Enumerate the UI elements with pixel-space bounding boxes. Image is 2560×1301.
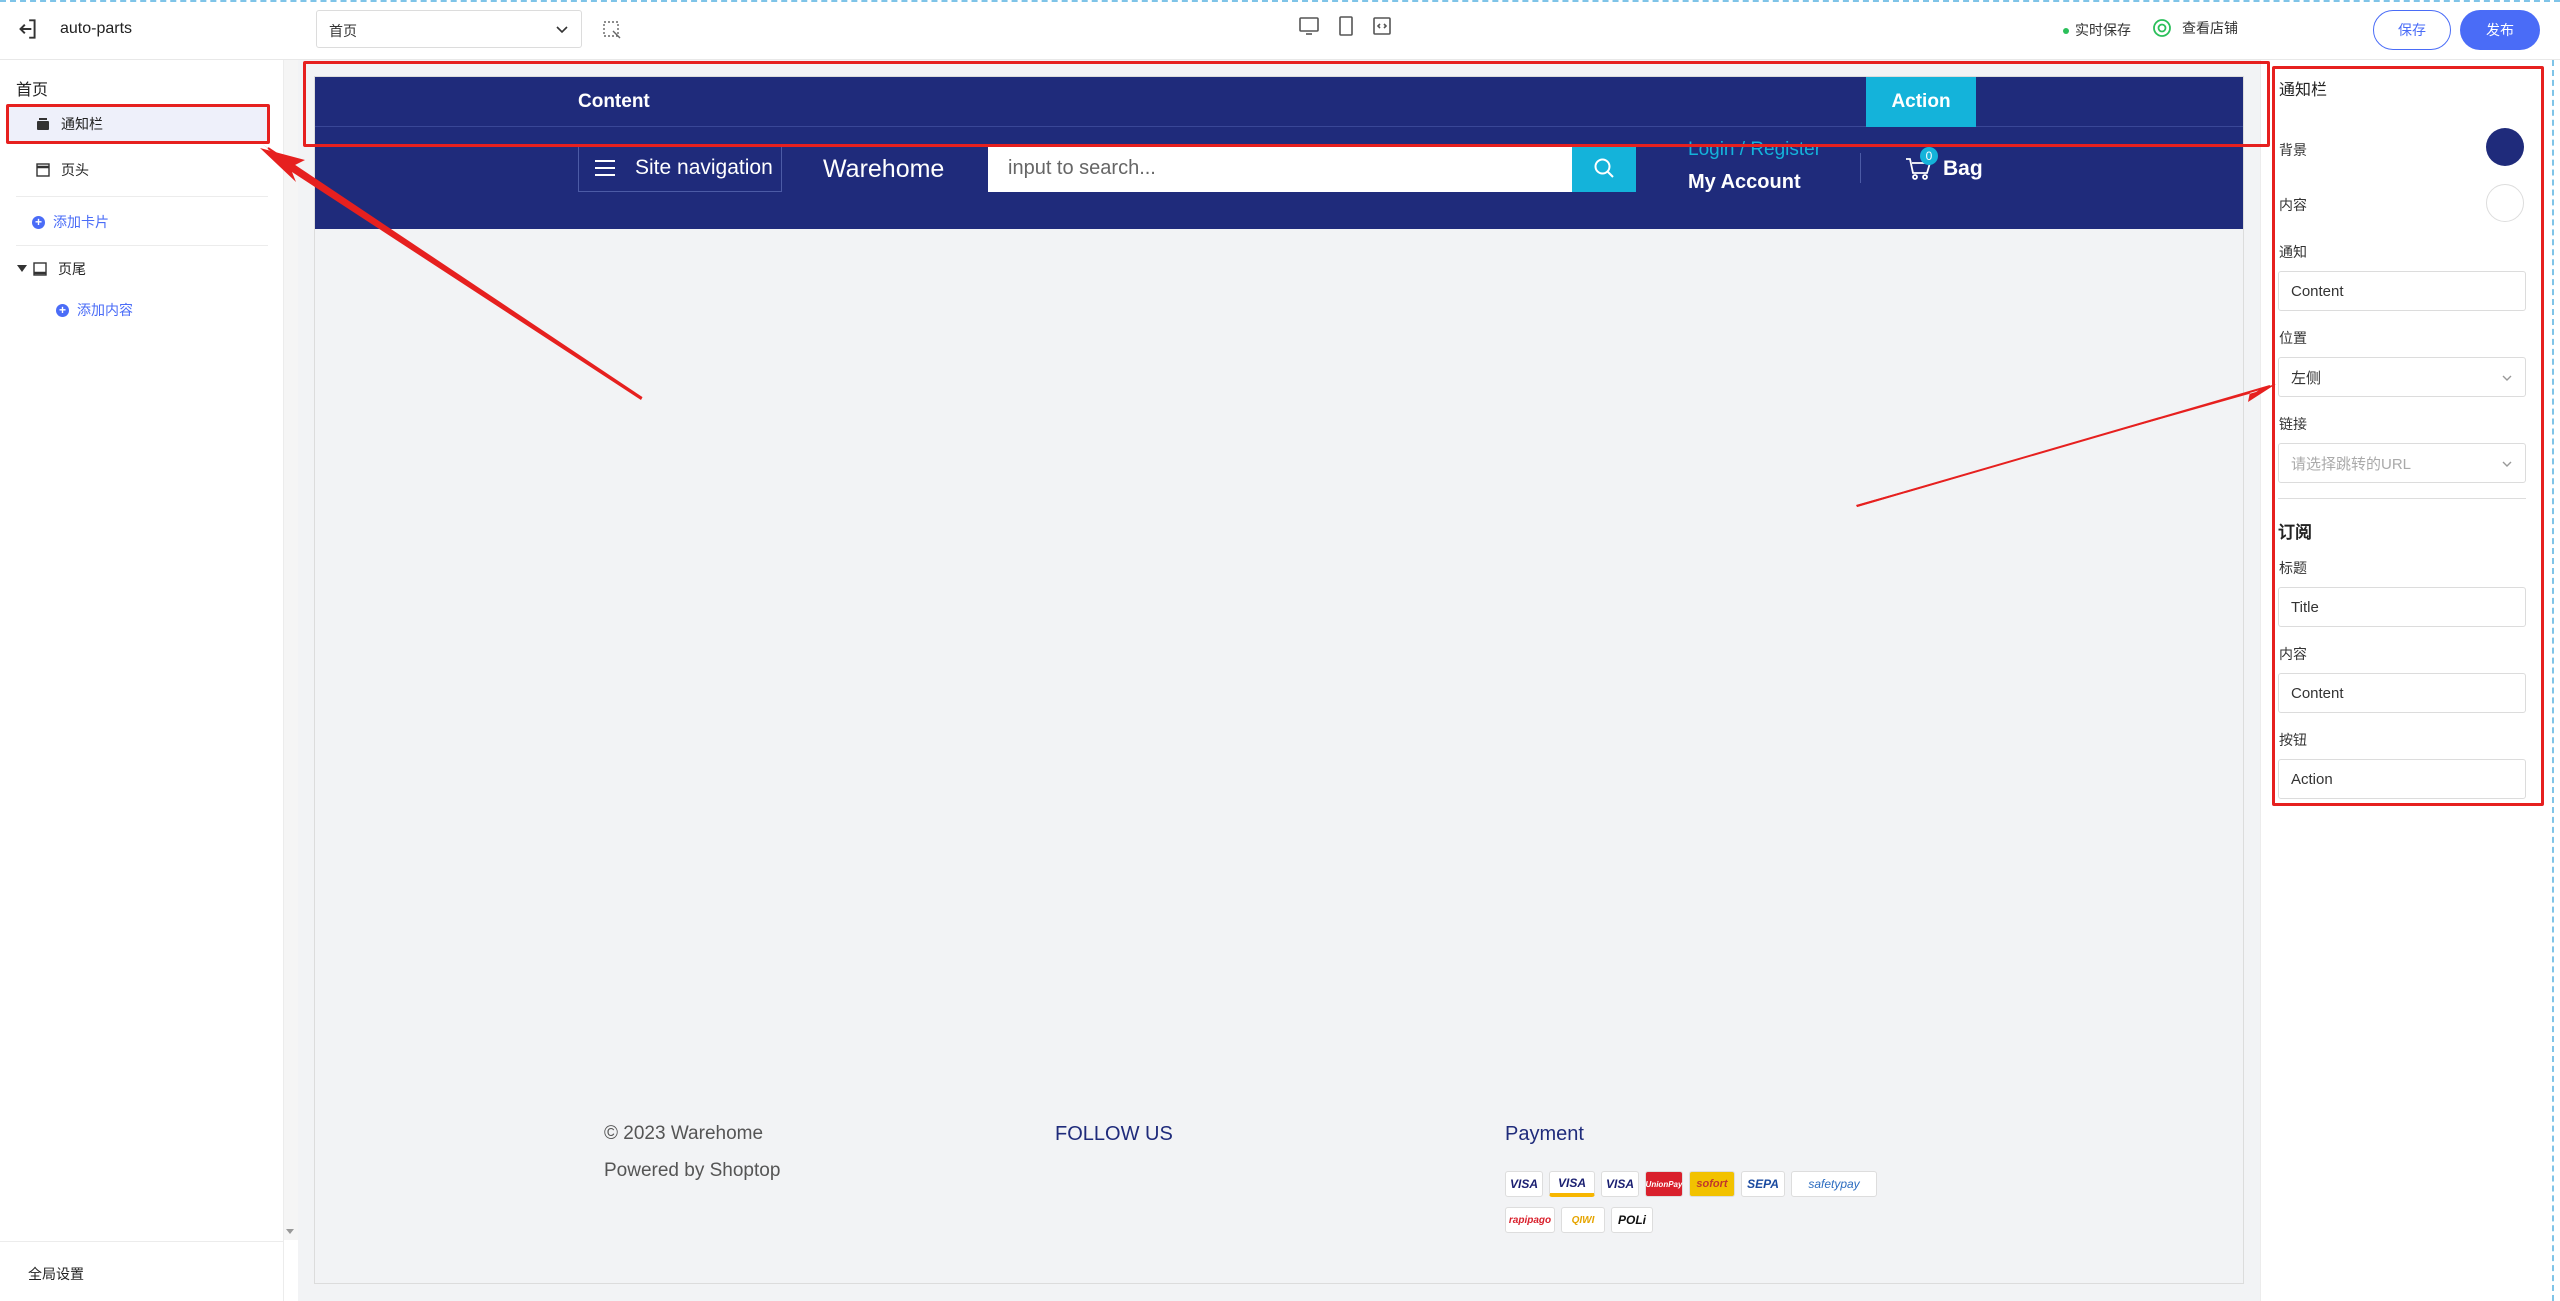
scroll-down-icon[interactable] bbox=[286, 1229, 294, 1234]
footer-payment-heading: Payment bbox=[1505, 1123, 1584, 1145]
add-content-label: 添加内容 bbox=[77, 302, 133, 318]
payment-badge: VISA bbox=[1505, 1171, 1543, 1197]
footer-powered-by: Powered by Shoptop bbox=[604, 1160, 781, 1181]
annotation-box-canvas bbox=[303, 61, 2270, 147]
global-settings-label: 全局设置 bbox=[28, 1266, 84, 1282]
guide-line bbox=[0, 0, 2560, 2]
payment-badge: rapipago bbox=[1505, 1207, 1555, 1233]
payment-row-2: rapipago QIWI POLi bbox=[1505, 1207, 1653, 1233]
add-card-button[interactable]: + 添加卡片 bbox=[32, 212, 109, 232]
cart-count-badge: 0 bbox=[1920, 147, 1938, 165]
search-button[interactable] bbox=[1572, 144, 1636, 192]
view-store-label: 查看店铺 bbox=[2182, 20, 2238, 36]
divider bbox=[16, 196, 268, 197]
tree-item-label: 通知栏 bbox=[61, 116, 103, 132]
add-content-button[interactable]: + 添加内容 bbox=[56, 300, 133, 320]
left-scrollbar[interactable] bbox=[284, 60, 298, 1240]
autosave-status: 实时保存 bbox=[2063, 20, 2131, 40]
payment-badge: VISA bbox=[1549, 1171, 1595, 1197]
header-icon bbox=[36, 163, 50, 177]
payment-badge: safetypay bbox=[1791, 1171, 1877, 1197]
tree-item-label: 页头 bbox=[61, 162, 89, 178]
store-icon bbox=[2153, 19, 2171, 37]
bag-link[interactable]: Bag bbox=[1943, 157, 1983, 181]
divider bbox=[16, 245, 268, 246]
global-settings[interactable]: 全局设置 bbox=[0, 1241, 284, 1301]
tree-item-footer[interactable]: 页尾 bbox=[6, 249, 270, 289]
divider bbox=[1860, 153, 1861, 183]
autosave-label: 实时保存 bbox=[2075, 22, 2131, 38]
tree-item-label: 页尾 bbox=[58, 261, 86, 277]
tree-item-header[interactable]: 页头 bbox=[6, 150, 270, 190]
tablet-view-icon[interactable] bbox=[1334, 14, 1358, 38]
payment-badge: SEPA bbox=[1741, 1171, 1785, 1197]
tree-item-notice-bar[interactable]: 通知栏 bbox=[6, 104, 270, 144]
notice-bar-icon bbox=[37, 118, 49, 130]
app-title: auto-parts bbox=[60, 20, 133, 37]
brand-logo[interactable]: Warehome bbox=[823, 155, 944, 184]
chevron-down-icon bbox=[556, 26, 568, 34]
exit-icon[interactable] bbox=[14, 16, 40, 42]
plus-icon: + bbox=[56, 303, 69, 317]
preview-frame: Content Action Site navigation Warehome … bbox=[314, 76, 2244, 1284]
footer-follow-us: FOLLOW US bbox=[1055, 1123, 1173, 1145]
site-navigation-label: Site navigation bbox=[635, 156, 773, 179]
payment-badge: UnionPay bbox=[1645, 1171, 1683, 1197]
search-input[interactable]: input to search... bbox=[988, 144, 1572, 192]
page-select[interactable]: 首页 bbox=[316, 10, 582, 48]
annotation-box-panel bbox=[2272, 66, 2544, 806]
payment-badge: QIWI bbox=[1561, 1207, 1605, 1233]
search-icon bbox=[1594, 158, 1614, 178]
top-bar: auto-parts 首页 实时保存 查看店铺 保存 发布 bbox=[0, 0, 2560, 60]
status-dot bbox=[2063, 28, 2069, 35]
page-select-value: 首页 bbox=[329, 23, 357, 39]
payment-badge: POLi bbox=[1611, 1207, 1653, 1233]
plus-icon: + bbox=[32, 215, 45, 229]
publish-button[interactable]: 发布 bbox=[2460, 10, 2540, 50]
desktop-view-icon[interactable] bbox=[1297, 14, 1321, 38]
code-view-icon[interactable] bbox=[1370, 14, 1394, 38]
add-card-label: 添加卡片 bbox=[53, 214, 109, 230]
site-navigation-button[interactable]: Site navigation bbox=[578, 144, 782, 192]
menu-icon bbox=[595, 160, 615, 176]
my-account-link[interactable]: My Account bbox=[1688, 171, 1801, 194]
footer-copyright: © 2023 Warehome bbox=[604, 1123, 764, 1144]
select-tool-icon[interactable] bbox=[602, 20, 622, 40]
footer-icon bbox=[33, 262, 47, 276]
payment-badge: VISA bbox=[1601, 1171, 1639, 1197]
guide-line bbox=[2552, 60, 2554, 1301]
save-button[interactable]: 保存 bbox=[2373, 10, 2451, 50]
breadcrumb: 首页 bbox=[16, 82, 49, 99]
payment-row-1: VISA VISA VISA UnionPay sofort SEPA safe… bbox=[1505, 1171, 1877, 1197]
view-store-link[interactable]: 查看店铺 bbox=[2152, 18, 2238, 38]
left-sidebar: 首页 通知栏 页头 + 添加卡片 页尾 + 添加内容 bbox=[0, 60, 284, 1301]
preview-canvas: Content Action Site navigation Warehome … bbox=[298, 60, 2260, 1301]
payment-badge: sofort bbox=[1689, 1171, 1735, 1197]
